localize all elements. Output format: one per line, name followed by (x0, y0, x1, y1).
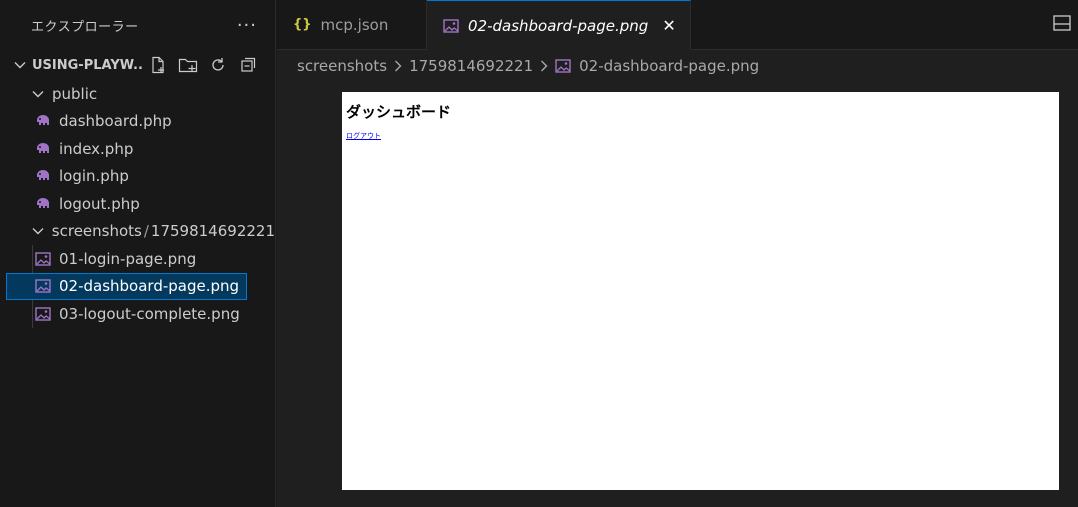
chevron-right-icon (393, 59, 403, 73)
file-logout-php[interactable]: logout.php (0, 190, 275, 218)
explorer-sidebar: エクスプローラー ··· USING-PLAYW... public dashb… (0, 0, 276, 507)
file-03-logout-complete-png[interactable]: 03-logout-complete.png (0, 300, 275, 328)
folder-public[interactable]: public (0, 80, 275, 108)
file-login-php[interactable]: login.php (0, 163, 275, 191)
more-actions-icon[interactable]: ··· (237, 15, 257, 36)
collapse-all-icon[interactable] (238, 55, 258, 75)
chevron-down-icon (28, 224, 48, 238)
file-label: login.php (59, 167, 129, 186)
image-file-icon (555, 59, 571, 73)
toggle-panel-icon[interactable] (1052, 14, 1072, 36)
editor-area: {} mcp.json 02-dashboard-page.png ✕ scre… (277, 0, 1078, 507)
explorer-header: エクスプローラー ··· (0, 0, 275, 50)
preview-heading: ダッシュボード (346, 103, 452, 121)
image-file-icon (34, 251, 52, 267)
php-elephant-icon (34, 141, 52, 157)
folder-screenshots[interactable]: screenshots / 1759814692221 (0, 218, 275, 246)
new-file-icon[interactable] (148, 55, 168, 75)
breadcrumb-item-folder[interactable]: 1759814692221 (409, 57, 533, 75)
image-preview-area: ダッシュボード ログアウト (277, 82, 1078, 507)
image-file-icon (34, 278, 52, 294)
tab-bar: {} mcp.json 02-dashboard-page.png ✕ (277, 0, 1078, 50)
image-file-icon (34, 306, 52, 322)
folder-label: screenshots (51, 222, 142, 241)
file-label: 03-logout-complete.png (59, 304, 240, 323)
file-label: dashboard.php (59, 112, 172, 131)
chevron-down-icon (28, 87, 48, 101)
json-braces-icon: {} (293, 17, 312, 32)
breadcrumb-item-screenshots[interactable]: screenshots (297, 57, 387, 75)
screenshots-children: 01-login-page.png 02-dashboard-page.png … (0, 245, 275, 328)
php-elephant-icon (34, 168, 52, 184)
file-01-login-page-png[interactable]: 01-login-page.png (0, 245, 275, 273)
chevron-right-icon (539, 59, 549, 73)
file-index-php[interactable]: index.php (0, 135, 275, 163)
subfolder-label: 1759814692221 (150, 222, 275, 241)
folder-label: public (52, 84, 98, 103)
file-label: logout.php (59, 194, 140, 213)
workspace-root[interactable]: USING-PLAYW... (0, 50, 275, 80)
file-label: 01-login-page.png (59, 249, 197, 268)
refresh-icon[interactable] (208, 55, 228, 75)
close-icon[interactable]: ✕ (662, 16, 675, 35)
php-elephant-icon (34, 196, 52, 212)
file-02-dashboard-page-png[interactable]: 02-dashboard-page.png (6, 272, 247, 300)
explorer-title: エクスプローラー (31, 19, 139, 35)
workspace-root-label: USING-PLAYW... (32, 57, 144, 73)
new-folder-icon[interactable] (178, 55, 198, 75)
tab-mcp-json[interactable]: {} mcp.json (277, 0, 427, 49)
file-dashboard-php[interactable]: dashboard.php (0, 108, 275, 136)
php-elephant-icon (34, 113, 52, 129)
image-preview[interactable]: ダッシュボード ログアウト (342, 92, 1059, 490)
path-separator: / (143, 222, 149, 241)
file-label: 02-dashboard-page.png (59, 277, 240, 296)
chevron-down-icon (10, 58, 30, 72)
tab-label: 02-dashboard-page.png (468, 16, 649, 35)
file-label: index.php (59, 139, 134, 158)
tab-label: mcp.json (320, 15, 389, 34)
breadcrumb: screenshots 1759814692221 02-dashboard-p… (277, 50, 1078, 82)
breadcrumb-item-file[interactable]: 02-dashboard-page.png (579, 57, 759, 75)
preview-logout-link: ログアウト (346, 132, 381, 140)
image-file-icon (443, 18, 459, 33)
tab-02-dashboard-page-png[interactable]: 02-dashboard-page.png ✕ (427, 0, 691, 50)
